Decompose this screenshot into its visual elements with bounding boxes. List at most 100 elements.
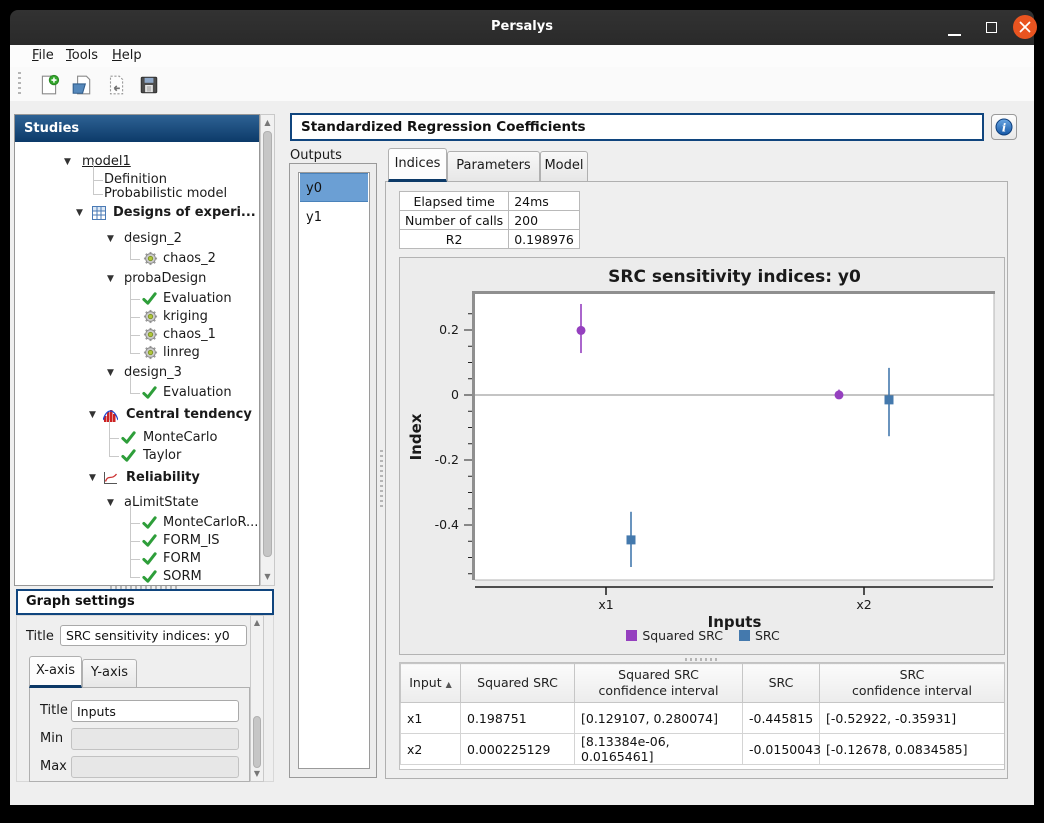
title-bar[interactable]: Persalys bbox=[10, 10, 1034, 45]
tree-branch-line bbox=[130, 541, 140, 542]
summary-value: 24ms bbox=[509, 192, 580, 211]
success-check-icon bbox=[142, 291, 157, 310]
expand-arrow-icon[interactable]: ▼ bbox=[107, 366, 114, 380]
close-icon bbox=[1010, 10, 1038, 45]
vertical-splitter[interactable] bbox=[380, 450, 383, 510]
import-script-button[interactable] bbox=[105, 74, 127, 96]
tree-scrollbar-thumb[interactable] bbox=[263, 131, 272, 557]
results-column-header[interactable]: SRC bbox=[743, 664, 820, 703]
tree-item-montecarlo[interactable]: MonteCarlo bbox=[143, 429, 217, 447]
tree-item-evaluation[interactable]: Evaluation bbox=[163, 290, 232, 308]
summary-row: Elapsed time24ms bbox=[400, 192, 580, 211]
expand-arrow-icon[interactable]: ▼ bbox=[89, 408, 96, 422]
expand-arrow-icon[interactable]: ▼ bbox=[107, 232, 114, 246]
svg-text:-0.4: -0.4 bbox=[435, 517, 459, 532]
tree-branch-line bbox=[130, 335, 131, 354]
scroll-down-icon[interactable]: ▼ bbox=[261, 571, 274, 583]
tree-item-probadesign[interactable]: probaDesign bbox=[124, 270, 206, 288]
table-splitter[interactable] bbox=[685, 658, 719, 661]
maximize-button[interactable] bbox=[978, 10, 1006, 45]
tree-item-chaos-1[interactable]: chaos_1 bbox=[163, 326, 216, 344]
tree-item-reliability[interactable]: Reliability bbox=[126, 469, 200, 487]
minimize-button[interactable] bbox=[940, 10, 968, 45]
info-button[interactable]: i bbox=[991, 114, 1017, 140]
results-column-header[interactable]: Input ▲ bbox=[401, 664, 461, 703]
scroll-up-icon[interactable]: ▲ bbox=[261, 117, 274, 129]
expand-arrow-icon[interactable]: ▼ bbox=[76, 206, 83, 220]
expand-arrow-icon[interactable]: ▼ bbox=[107, 496, 114, 510]
tab-y-axis[interactable]: Y-axis bbox=[82, 659, 137, 688]
legend-label: Squared SRC bbox=[642, 628, 723, 643]
central-tendency-icon bbox=[103, 407, 118, 426]
results-column-header[interactable]: SRCconfidence interval bbox=[820, 664, 1005, 703]
close-button[interactable] bbox=[1010, 10, 1038, 45]
results-row[interactable]: x10.198751[0.129107, 0.280074]-0.445815[… bbox=[401, 703, 1005, 734]
tree-item-linreg[interactable]: linreg bbox=[163, 344, 200, 362]
tree-item-form[interactable]: FORM bbox=[163, 550, 201, 568]
open-study-button[interactable] bbox=[71, 74, 93, 96]
results-column-header[interactable]: Squared SRC bbox=[461, 664, 575, 703]
svg-text:0.2: 0.2 bbox=[439, 322, 459, 337]
scroll-down-icon[interactable]: ▼ bbox=[251, 768, 263, 780]
results-table-container: Input ▲Squared SRCSquared SRCconfidence … bbox=[399, 662, 1005, 770]
tree-item-alimitstate[interactable]: aLimitState bbox=[124, 494, 199, 512]
tree-branch-line bbox=[130, 375, 131, 394]
tree-scrollbar[interactable]: ▲ ▼ bbox=[260, 114, 275, 586]
success-check-icon bbox=[142, 515, 157, 534]
tree-item-design-2[interactable]: design_2 bbox=[124, 230, 182, 248]
axis-title-input[interactable] bbox=[71, 700, 239, 722]
tab-model[interactable]: Model bbox=[540, 151, 588, 182]
expand-arrow-icon[interactable]: ▼ bbox=[107, 272, 114, 286]
tree-item-central-tendency[interactable]: Central tendency bbox=[126, 406, 252, 424]
graph-title-input[interactable] bbox=[60, 625, 247, 646]
doe-table-icon bbox=[92, 205, 106, 224]
tree-item-montecarlor-[interactable]: MonteCarloR... bbox=[163, 514, 258, 532]
toolbar-drag-handle[interactable] bbox=[18, 72, 21, 96]
tree-item-chaos-2[interactable]: chaos_2 bbox=[163, 250, 216, 268]
tree-item-designs-of-experi-[interactable]: Designs of experi... bbox=[113, 204, 256, 222]
tab-parameters[interactable]: Parameters bbox=[447, 151, 540, 182]
graph-settings-scrollbar-thumb[interactable] bbox=[253, 716, 261, 768]
results-column-header[interactable]: Squared SRCconfidence interval bbox=[575, 664, 743, 703]
tree-branch-line bbox=[130, 577, 140, 578]
tree-item-sorm[interactable]: SORM bbox=[163, 568, 202, 586]
graph-settings-scrollbar[interactable]: ▲ ▼ bbox=[250, 615, 264, 782]
legend-item: SRC bbox=[739, 628, 780, 643]
window-title: Persalys bbox=[10, 19, 1034, 34]
results-row[interactable]: x20.000225129[8.13384e-06, 0.0165461]-0.… bbox=[401, 734, 1005, 765]
success-check-icon bbox=[121, 430, 136, 449]
tree-item-form-is[interactable]: FORM_IS bbox=[163, 532, 220, 550]
tree-branch-line bbox=[109, 438, 110, 457]
output-item-y1[interactable]: y1 bbox=[300, 203, 368, 232]
tree-item-kriging[interactable]: kriging bbox=[163, 308, 208, 326]
tab-x-axis[interactable]: X-axis bbox=[29, 656, 82, 688]
tree-branch-line bbox=[93, 194, 103, 195]
new-study-button[interactable] bbox=[38, 74, 60, 96]
save-button[interactable] bbox=[138, 74, 160, 96]
scroll-up-icon[interactable]: ▲ bbox=[251, 617, 263, 629]
tree-item-evaluation[interactable]: Evaluation bbox=[163, 384, 232, 402]
tree-branch-line bbox=[130, 335, 140, 336]
summary-table: Elapsed time24msNumber of calls200R20.19… bbox=[399, 191, 580, 249]
tab-indices[interactable]: Indices bbox=[388, 148, 447, 182]
tree-branch-line bbox=[93, 176, 94, 195]
results-cell: x2 bbox=[401, 734, 461, 765]
tree-item-probabilistic-model[interactable]: Probabilistic model bbox=[104, 185, 227, 203]
menu-item-file[interactable]: File bbox=[28, 47, 58, 64]
tree-item-taylor[interactable]: Taylor bbox=[143, 447, 181, 465]
svg-text:Index: Index bbox=[407, 413, 425, 460]
menu-item-tools[interactable]: Tools bbox=[62, 47, 102, 64]
expand-arrow-icon[interactable]: ▼ bbox=[89, 471, 96, 485]
results-table: Input ▲Squared SRCSquared SRCconfidence … bbox=[400, 663, 1005, 765]
expand-arrow-icon[interactable]: ▼ bbox=[64, 155, 71, 169]
metamodel-gear-icon bbox=[143, 345, 158, 364]
tree-item-model1[interactable]: model1 bbox=[82, 153, 131, 171]
results-cell: -0.445815 bbox=[743, 703, 820, 734]
axis-min-label: Min bbox=[40, 731, 63, 746]
menu-item-help[interactable]: Help bbox=[108, 47, 146, 64]
tree-item-design-3[interactable]: design_3 bbox=[124, 364, 182, 382]
summary-key: Elapsed time bbox=[400, 192, 509, 211]
tree-branch-line bbox=[93, 180, 103, 181]
info-icon: i bbox=[995, 118, 1013, 136]
output-item-y0[interactable]: y0 bbox=[300, 173, 368, 202]
